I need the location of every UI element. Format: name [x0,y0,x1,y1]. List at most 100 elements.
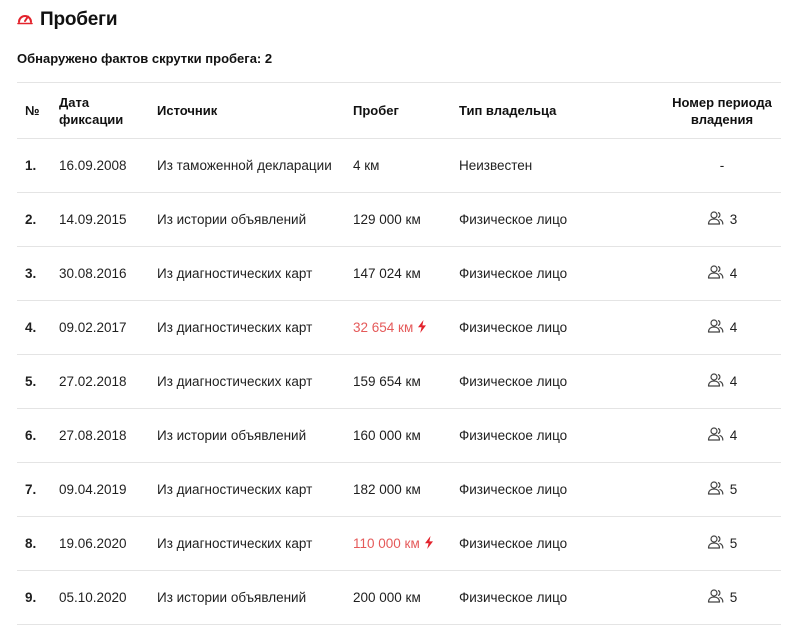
row-mileage: 147 024 км [353,247,421,300]
row-date: 30.08.2016 [59,266,127,281]
row-mileage: 32 654 км [353,301,427,354]
row-source: Из диагностических карт [157,320,313,335]
row-num: 4. [25,320,37,335]
mileage-value: 32 654 км [353,320,414,335]
row-mileage: 4 км [353,139,379,192]
mileage-value: 4 км [353,158,380,173]
period-value: - [719,158,725,173]
table-row: 3. 30.08.2016 Из диагностических карт 147 0… [17,247,781,301]
mileage-value: 182 000 км [353,482,421,497]
owners-icon [707,535,724,552]
period-value: 4 [729,428,738,443]
header-period-line2: владения [690,111,754,127]
row-period: 5 [647,571,797,624]
row-owner-type: Физическое лицо [459,320,568,335]
table-row: 9. 05.10.2020 Из истории объявлений 200 000… [17,571,781,625]
row-date: 09.04.2019 [59,482,127,497]
mileage-table: № Дата фиксации Источник Пробег Тип владе… [17,82,781,625]
rollback-summary: Обнаружено фактов скрутки пробега: 2 [17,51,273,66]
header-mileage: Пробег [353,103,399,118]
row-date: 16.09.2008 [59,158,127,173]
period-value: 5 [729,536,738,551]
row-source: Из истории объявлений [157,590,307,605]
table-header-row: № Дата фиксации Источник Пробег Тип владе… [17,83,781,139]
table-row: 1. 16.09.2008 Из таможенной декларации 4 км… [17,139,781,193]
owner-period: 3 [707,211,738,228]
row-period: 4 [647,355,797,408]
period-value: 4 [729,320,738,335]
header-source: Источник [157,103,218,118]
section-header: Пробеги [17,7,118,33]
row-owner-type: Физическое лицо [459,212,568,227]
table-row: 2. 14.09.2015 Из истории объявлений 129 000… [17,193,781,247]
row-owner-type: Физическое лицо [459,374,568,389]
owners-icon [707,373,724,390]
row-source: Из таможенной декларации [157,158,332,173]
row-num: 9. [25,590,37,605]
row-date: 19.06.2020 [59,536,127,551]
owners-icon [707,319,724,336]
row-owner-type: Физическое лицо [459,590,568,605]
row-mileage: 160 000 км [353,409,421,462]
header-period-line1: Номер периода [672,94,772,110]
row-owner-type: Физическое лицо [459,482,568,497]
period-value: 5 [729,482,738,497]
row-owner-type: Физическое лицо [459,428,568,443]
row-owner-type: Физическое лицо [459,536,568,551]
row-period: 3 [647,193,797,246]
mileage-value: 159 654 км [353,374,421,389]
section-title: Пробеги [40,9,118,30]
period-value: 3 [729,212,738,227]
table-row: 4. 09.02.2017 Из диагностических карт 32 65… [17,301,781,355]
row-period: 4 [647,409,797,462]
row-date: 27.02.2018 [59,374,127,389]
owner-period: 4 [707,373,738,390]
speedometer-icon [17,11,33,30]
table-row: 5. 27.02.2018 Из диагностических карт 159 6… [17,355,781,409]
header-date: Дата фиксации [59,83,139,138]
row-period: 5 [647,463,797,516]
row-mileage: 110 000 км [353,517,434,570]
mileage-value: 110 000 км [353,536,420,551]
rollback-warning-icon [424,535,434,552]
row-source: Из истории объявлений [157,428,307,443]
row-num: 2. [25,212,37,227]
row-num: 1. [25,158,37,173]
header-owner-type: Тип владельца [459,103,557,118]
header-num: № [25,103,40,118]
row-source: Из истории объявлений [157,212,307,227]
row-period: 4 [647,301,797,354]
period-value: 4 [729,374,738,389]
owner-period: 5 [707,589,738,606]
owner-period: 4 [707,319,738,336]
row-owner-type: Неизвестен [459,158,533,173]
row-mileage: 159 654 км [353,355,421,408]
row-mileage: 182 000 км [353,463,421,516]
row-date: 05.10.2020 [59,590,127,605]
owner-period: 4 [707,265,737,282]
table-row: 8. 19.06.2020 Из диагностических карт 110 0… [17,517,781,571]
table-row: 6. 27.08.2018 Из истории объявлений 160 000… [17,409,781,463]
mileage-value: 160 000 км [353,428,421,443]
row-mileage: 129 000 км [353,193,421,246]
row-period: - [647,139,797,192]
row-num: 7. [25,482,37,497]
row-period: 5 [647,517,797,570]
row-source: Из диагностических карт [157,374,313,389]
owners-icon [707,211,724,228]
owners-icon [707,427,724,444]
owner-period: 5 [707,481,738,498]
row-date: 14.09.2015 [59,212,127,227]
rollback-warning-icon [417,319,427,336]
row-period: 4 [647,247,797,300]
period-value: 5 [729,590,738,605]
row-date: 09.02.2017 [59,320,127,335]
mileage-value: 129 000 км [353,212,421,227]
owners-icon [707,589,724,606]
row-source: Из диагностических карт [157,266,313,281]
header-date-line1: Дата [59,94,90,110]
row-source: Из диагностических карт [157,536,313,551]
header-period: Номер периода владения [647,83,797,138]
mileage-section: Пробеги Обнаружено фактов скрутки пробег… [0,0,800,635]
header-date-line2: фиксации [59,111,124,127]
